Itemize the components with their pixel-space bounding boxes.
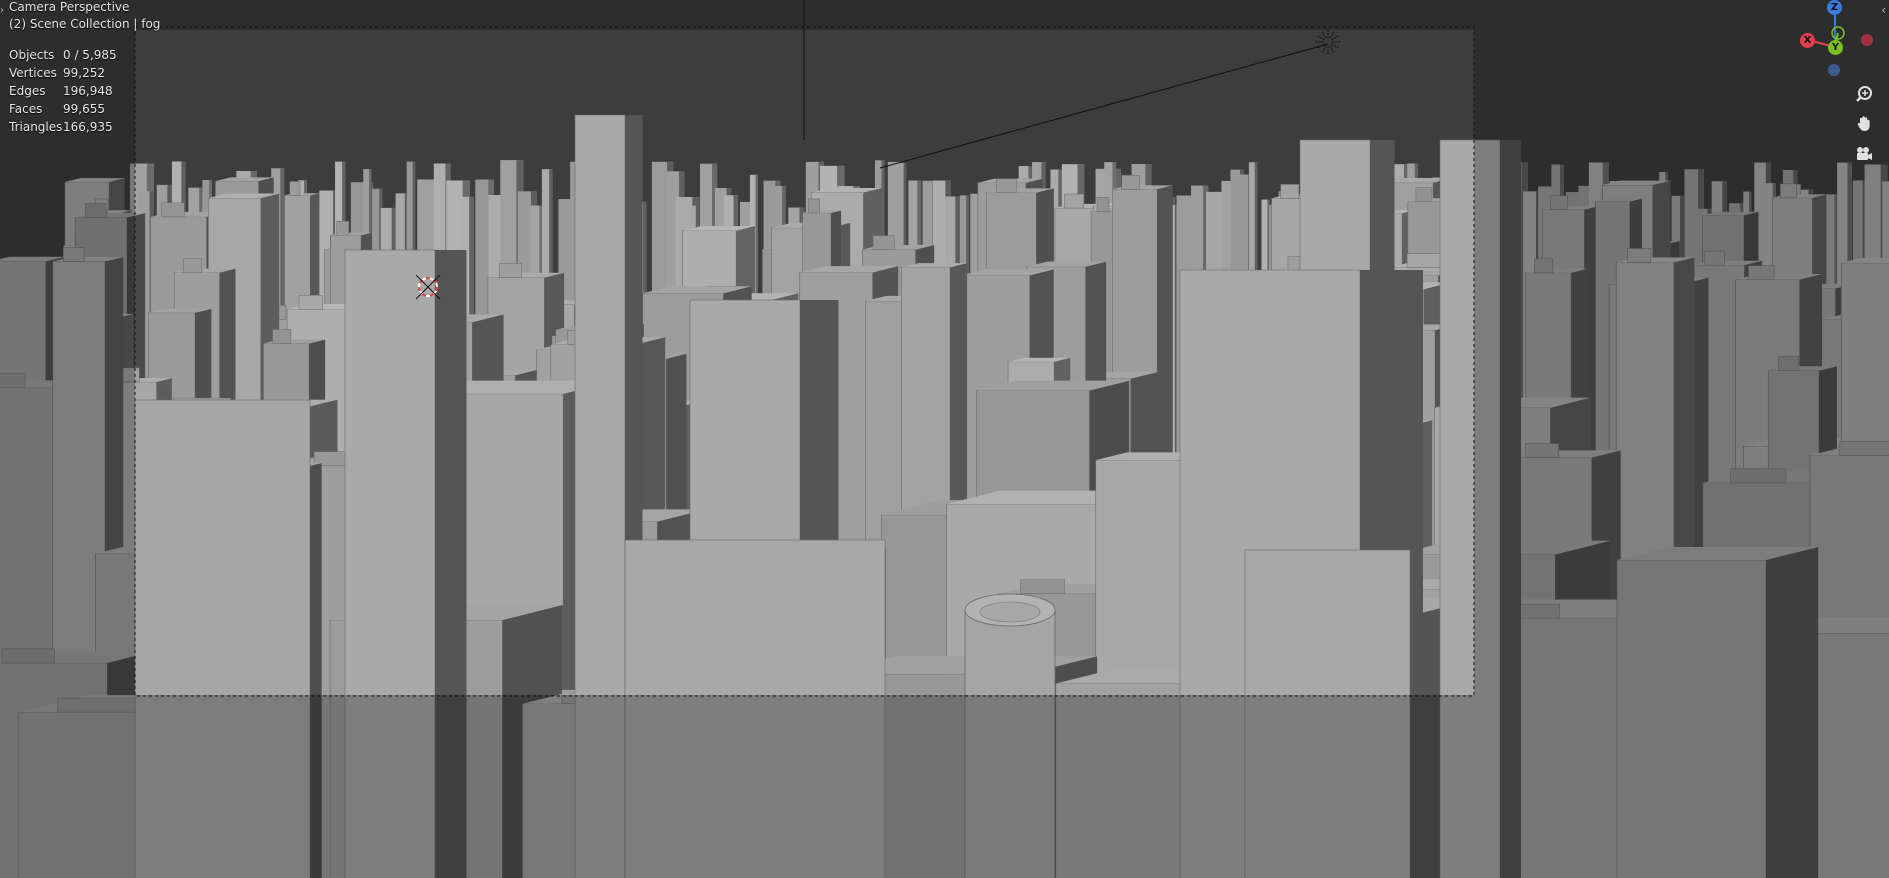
stat-objects: Objects 0 / 5,985 [9,46,117,64]
stat-edges: Edges 196,948 [9,82,117,100]
navigation-gizmo[interactable]: Z X Y [1790,0,1889,80]
gizmo-x-axis[interactable]: X [1800,33,1815,48]
header-toggle-icon[interactable]: › [0,5,4,16]
stat-value: 99,252 [63,66,105,80]
stat-label: Objects [9,48,55,62]
city-scene [0,0,1889,878]
pan-hand-icon[interactable] [1851,111,1877,137]
stat-faces: Faces 99,655 [9,100,117,118]
view-mode-label: Camera Perspective [9,0,130,14]
stat-value: 196,948 [63,84,113,98]
stat-vertices: Vertices 99,252 [9,64,117,82]
collapse-arrow-icon[interactable]: ‹ [1881,3,1886,17]
stat-label: Faces [9,102,43,116]
collection-label: (2) Scene Collection | fog [9,17,161,31]
stat-triangles: Triangles 166,935 [9,118,117,136]
stat-label: Edges [9,84,46,98]
stat-value: 0 / 5,985 [63,48,117,62]
gizmo-y-axis[interactable]: Y [1828,40,1843,55]
scene-statistics: Objects 0 / 5,985 Vertices 99,252 Edges … [9,46,117,136]
gizmo-z-axis[interactable]: Z [1827,0,1842,15]
stat-value: 99,655 [63,102,105,116]
stat-label: Triangles [9,120,63,134]
zoom-icon[interactable] [1851,81,1877,107]
stat-label: Vertices [9,66,57,80]
3d-viewport[interactable]: › Camera Perspective (2) Scene Collectio… [0,0,1889,878]
stat-value: 166,935 [63,120,113,134]
camera-view-icon[interactable] [1851,141,1877,167]
